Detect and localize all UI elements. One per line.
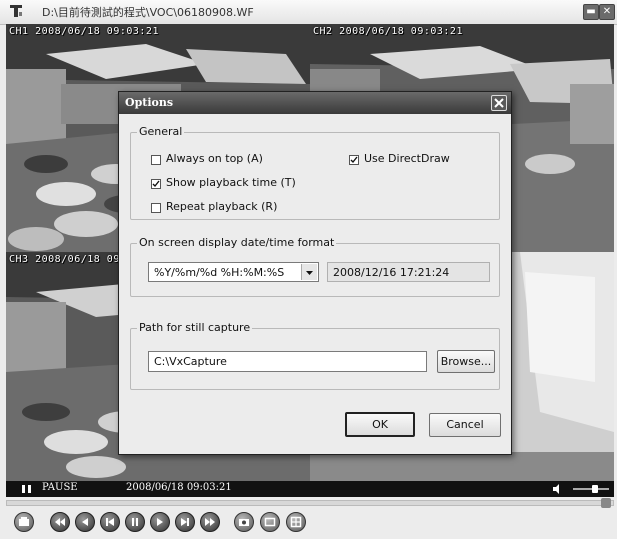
status-bar: PAUSE 2008/06/18 09:03:21 xyxy=(6,481,614,497)
osd-format-legend: On screen display date/time format xyxy=(137,236,337,249)
use-directdraw-label[interactable]: Use DirectDraw xyxy=(364,152,450,165)
dialog-close-icon[interactable] xyxy=(491,95,507,111)
datetime-preview-box: 2008/12/16 17:21:24 xyxy=(327,262,490,282)
step-back-icon[interactable] xyxy=(75,512,95,532)
capture-path-legend: Path for still capture xyxy=(137,321,253,334)
capture-path-value: C:\VxCapture xyxy=(154,355,227,368)
options-dialog: Options General Always on top (A) Show p… xyxy=(118,91,512,455)
step-forward-icon[interactable] xyxy=(175,512,195,532)
snapshot-icon[interactable] xyxy=(234,512,254,532)
seek-bar[interactable] xyxy=(6,498,614,508)
show-playback-time-label[interactable]: Show playback time (T) xyxy=(166,176,296,189)
volume-slider[interactable] xyxy=(573,488,609,490)
browse-button[interactable]: Browse... xyxy=(437,350,495,373)
speaker-icon[interactable] xyxy=(552,484,562,494)
osd-format-group: On screen display date/time format %Y/%m… xyxy=(130,236,500,297)
chevron-down-icon[interactable] xyxy=(301,264,317,280)
playback-state: PAUSE xyxy=(42,482,78,493)
settings-icon[interactable] xyxy=(14,512,34,532)
use-directdraw-checkbox[interactable] xyxy=(349,155,359,165)
rewind-fast-icon[interactable] xyxy=(50,512,70,532)
pause-icon[interactable] xyxy=(125,512,145,532)
repeat-playback-label[interactable]: Repeat playback (R) xyxy=(166,200,277,213)
general-legend: General xyxy=(137,125,185,138)
ok-button[interactable]: OK xyxy=(345,412,415,437)
title-bar[interactable]: D:\目前待測試的程式\VOC\06180908.WF ▬ ✕ xyxy=(0,0,617,25)
datetime-preview: 2008/12/16 17:21:24 xyxy=(333,266,450,279)
show-playback-time-checkbox[interactable] xyxy=(151,179,161,189)
play-reverse-icon[interactable] xyxy=(100,512,120,532)
general-group: General Always on top (A) Show playback … xyxy=(130,125,500,220)
camera-3-timestamp: CH3 2008/06/18 09 xyxy=(9,254,120,265)
capture-path-group: Path for still capture C:\VxCapture Brow… xyxy=(130,321,500,390)
camera-2-timestamp: CH2 2008/06/18 09:03:21 xyxy=(313,26,463,37)
repeat-playback-checkbox[interactable] xyxy=(151,203,161,213)
camera-1-timestamp: CH1 2008/06/18 09:03:21 xyxy=(9,26,159,37)
checkmark-icon xyxy=(152,180,160,188)
cancel-button[interactable]: Cancel xyxy=(429,413,501,437)
seek-handle[interactable] xyxy=(601,498,611,508)
minimize-icon[interactable]: ▬ xyxy=(583,4,599,20)
play-icon[interactable] xyxy=(150,512,170,532)
volume-handle[interactable] xyxy=(592,485,598,493)
capture-path-input[interactable]: C:\VxCapture xyxy=(148,351,427,372)
dialog-title: Options xyxy=(125,96,174,109)
datetime-format-select[interactable]: %Y/%m/%d %H:%M:%S xyxy=(148,262,319,282)
window-title: D:\目前待測試的程式\VOC\06180908.WF xyxy=(42,6,254,19)
player-window: D:\目前待測試的程式\VOC\06180908.WF ▬ ✕ CH1 2008… xyxy=(0,0,617,539)
dialog-title-bar[interactable]: Options xyxy=(119,92,511,114)
checkmark-icon xyxy=(350,156,358,164)
playback-timestamp: 2008/06/18 09:03:21 xyxy=(126,482,232,493)
always-on-top-label[interactable]: Always on top (A) xyxy=(166,152,263,165)
player-app-icon xyxy=(10,5,22,17)
single-view-icon[interactable] xyxy=(260,512,280,532)
pause-status-icon xyxy=(22,485,31,493)
datetime-format-value: %Y/%m/%d %H:%M:%S xyxy=(154,266,285,279)
always-on-top-checkbox[interactable] xyxy=(151,155,161,165)
quad-view-icon[interactable] xyxy=(286,512,306,532)
close-icon[interactable]: ✕ xyxy=(599,4,615,20)
fast-forward-icon[interactable] xyxy=(200,512,220,532)
